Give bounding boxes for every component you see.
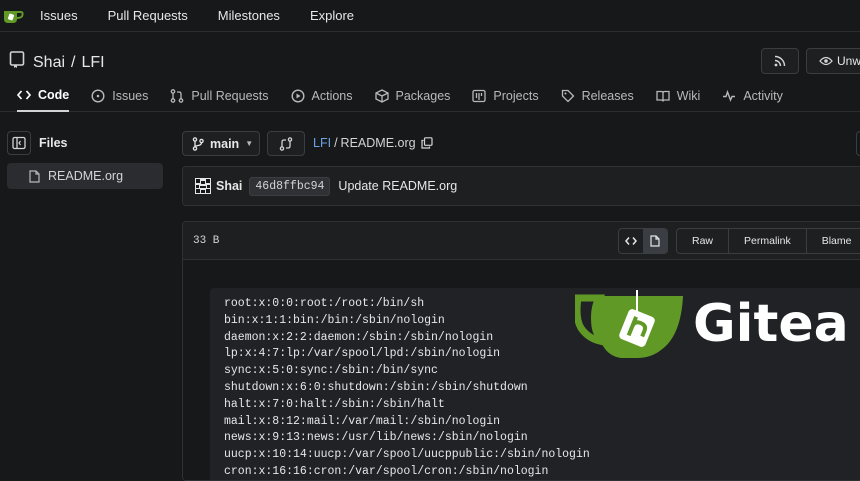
tab-activity[interactable]: Activity [722,80,783,112]
project-icon [472,89,487,102]
tab-wiki[interactable]: Wiki [656,80,701,112]
file-size: 33 B [193,235,220,247]
code-line: halt:x:7:0:halt:/sbin:/sbin/halt [224,397,445,411]
code-line: uucp:x:10:14:uucp:/var/spool/uucppublic:… [224,448,590,462]
toolbar-overflow-button[interactable] [856,131,860,156]
tab-label: Pull Requests [191,88,269,103]
breadcrumb-repo-link[interactable]: LFI [313,136,331,150]
files-sidebar: Files README.org [7,131,163,189]
nav-pull-requests[interactable]: Pull Requests [108,8,188,23]
file-tree-item-label: README.org [48,169,124,183]
repo-name-link[interactable]: LFI [81,54,104,72]
copy-icon[interactable] [420,137,433,149]
chevron-down-icon: ▼ [245,139,254,148]
file-header: 33 B Raw Permalink Blame [183,222,860,260]
code-line: mail:x:8:12:mail:/var/mail:/sbin/nologin [224,414,501,428]
tab-projects[interactable]: Projects [472,80,539,112]
tab-label: Projects [493,88,539,103]
gitea-logo-icon[interactable] [2,4,26,28]
files-header: Files [7,131,68,155]
branch-name: main [210,136,240,151]
tab-label: Actions [311,88,353,103]
file-icon [29,169,40,183]
tab-label: Issues [112,88,149,103]
raw-button[interactable]: Raw [677,229,730,253]
compare-icon [279,136,293,151]
file-icon [650,235,660,247]
tab-label: Wiki [676,88,701,103]
nav-issues[interactable]: Issues [40,8,78,23]
permalink-button[interactable]: Permalink [729,229,807,253]
code-icon [625,237,637,245]
repo-owner-link[interactable]: Shai [33,54,65,72]
code-line: news:x:9:13:news:/usr/lib/news:/sbin/nol… [224,431,528,445]
repo-tabs: Code Issues Pull Requests Actions Packag… [0,80,860,112]
gitea-wordmark: Gitea [693,294,849,354]
tab-label: Releases [581,88,634,103]
pull-request-icon [171,88,184,103]
tag-icon [561,89,574,102]
blame-button[interactable]: Blame [807,229,860,253]
repo-title: Shai / LFI [9,51,105,74]
sidebar-panel-icon [12,136,26,150]
eye-icon [819,56,833,66]
tab-issues[interactable]: Issues [91,80,148,112]
tab-releases[interactable]: Releases [561,80,634,112]
breadcrumb-file: README.org [340,136,416,150]
gitea-teacup-icon [575,290,683,358]
tab-packages[interactable]: Packages [374,80,451,112]
toggle-sidebar-button[interactable] [7,131,31,155]
file-actions: Raw Permalink Blame [676,228,860,254]
rss-icon [774,55,786,67]
code-line: sync:x:5:0:sync:/sbin:/bin/sync [224,364,438,378]
view-source-button[interactable] [619,229,643,253]
files-title: Files [39,136,68,150]
play-icon [291,88,305,103]
code-icon [17,89,31,100]
tab-label: Packages [395,88,451,103]
code-line: cron:x:16:16:cron:/var/spool/cron:/sbin/… [224,464,549,478]
book-icon [656,90,670,102]
code-line: shutdown:x:6:0:shutdown:/sbin:/sbin/shut… [224,380,528,394]
repo-separator: / [71,53,76,71]
unwatch-label: Unwa [837,54,860,68]
top-navbar: Issues Pull Requests Milestones Explore [0,0,860,32]
file-tree-item[interactable]: README.org [7,163,163,189]
nav-explore[interactable]: Explore [310,8,354,23]
tab-pull-requests[interactable]: Pull Requests [170,80,269,112]
issue-icon [91,88,105,103]
compare-button[interactable] [267,131,305,156]
tab-actions[interactable]: Actions [291,80,353,112]
pulse-icon [723,89,736,102]
branch-icon [192,136,204,151]
repo-header: Shai / LFI Unwa [0,40,860,80]
breadcrumb-separator: / [334,136,338,150]
commit-author[interactable]: Shai [216,179,242,193]
package-icon [374,88,389,103]
branch-selector[interactable]: main ▼ [182,131,260,156]
gitea-brand-logo: Gitea [575,288,849,360]
tab-code[interactable]: Code [17,80,70,112]
repo-icon [9,51,33,74]
view-mode-toggle [618,228,668,254]
tab-label: Activity [743,88,783,103]
commit-message[interactable]: Update README.org [338,179,457,193]
unwatch-button[interactable]: Unwa [806,48,860,74]
avatar[interactable] [195,178,211,194]
latest-commit-bar: Shai 46d8ffbc94 Update README.org [182,166,860,206]
rss-feed-button[interactable] [761,48,799,74]
breadcrumb: LFI / README.org [313,136,433,150]
view-rendered-button[interactable] [643,229,667,253]
commit-sha-badge[interactable]: 46d8ffbc94 [249,176,331,196]
tab-label: Code [38,87,70,102]
nav-milestones[interactable]: Milestones [218,8,280,23]
